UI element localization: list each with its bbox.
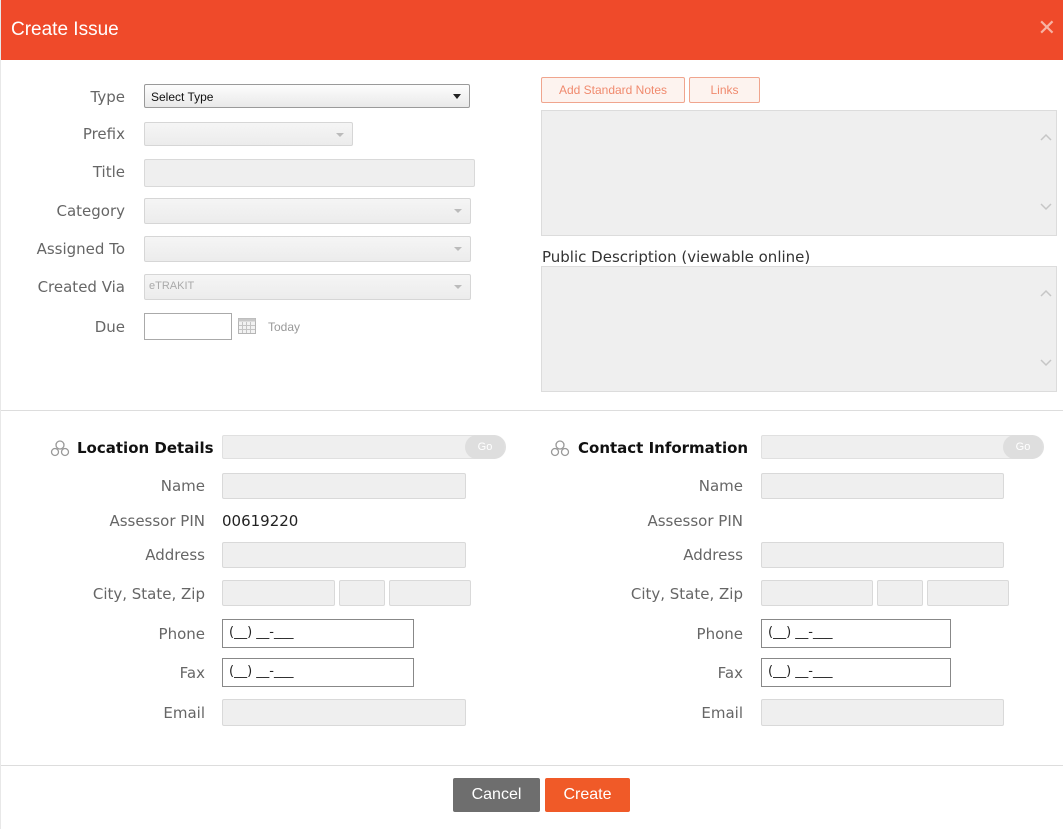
location-zip-input[interactable]: [389, 580, 471, 606]
scroll-down-icon[interactable]: [1040, 359, 1052, 369]
location-city-input[interactable]: [222, 580, 335, 606]
location-email-label: Email: [163, 704, 205, 722]
dialog-title: Create Issue: [11, 19, 119, 40]
contact-search-icon: [550, 438, 570, 458]
links-button[interactable]: Links: [689, 77, 760, 103]
contact-assessor-pin-label: Assessor PIN: [647, 512, 743, 530]
contact-email-label: Email: [701, 704, 743, 722]
location-name-input[interactable]: [222, 473, 466, 499]
contact-fax-label: Fax: [717, 664, 743, 682]
contact-information-heading: Contact Information: [578, 439, 749, 457]
contact-name-input[interactable]: [761, 473, 1004, 499]
due-date-input[interactable]: [144, 313, 232, 340]
contact-search-input[interactable]: Go: [761, 435, 1044, 459]
type-select-value: Select Type: [151, 90, 214, 104]
chevron-down-icon: [453, 94, 461, 99]
location-search-input[interactable]: Go: [222, 435, 506, 459]
today-link[interactable]: Today: [268, 320, 300, 334]
location-state-input[interactable]: [339, 580, 385, 606]
category-select[interactable]: [144, 198, 471, 224]
assigned-to-select[interactable]: [144, 236, 471, 262]
scroll-up-icon[interactable]: [1040, 133, 1052, 143]
contact-phone-label: Phone: [696, 625, 743, 643]
location-address-label: Address: [145, 546, 205, 564]
contact-go-button[interactable]: Go: [1003, 435, 1043, 459]
location-name-label: Name: [160, 477, 205, 495]
dialog-header: Create Issue ✕: [1, 0, 1063, 60]
contact-address-input[interactable]: [761, 542, 1004, 568]
chevron-down-icon: [336, 133, 344, 137]
public-description-label: Public Description (viewable online): [542, 248, 811, 266]
chevron-down-icon: [454, 209, 462, 213]
type-label: Type: [90, 88, 125, 106]
footer-divider: [1, 765, 1063, 766]
contact-fax-input[interactable]: (__) __-___: [761, 658, 951, 687]
create-button[interactable]: Create: [545, 778, 630, 812]
location-phone-input[interactable]: (__) __-___: [222, 619, 414, 648]
location-assessor-pin-label: Assessor PIN: [109, 512, 205, 530]
prefix-label: Prefix: [82, 125, 125, 143]
chevron-down-icon: [454, 285, 462, 289]
category-label: Category: [56, 202, 125, 220]
type-select[interactable]: Select Type: [144, 84, 470, 108]
location-search-icon: [50, 438, 70, 458]
contact-city-input[interactable]: [761, 580, 873, 606]
cancel-button[interactable]: Cancel: [453, 778, 540, 812]
location-address-input[interactable]: [222, 542, 466, 568]
created-via-select[interactable]: eTRAKIT: [144, 274, 471, 300]
created-via-value: eTRAKIT: [149, 280, 195, 292]
location-assessor-pin-value: 00619220: [222, 512, 299, 530]
title-label: Title: [92, 163, 125, 181]
contact-email-input[interactable]: [761, 699, 1004, 726]
created-via-label: Created Via: [37, 278, 125, 296]
chevron-down-icon: [454, 247, 462, 251]
section-divider: [1, 410, 1063, 411]
contact-city-state-zip-label: City, State, Zip: [630, 585, 743, 603]
contact-phone-value: (__) __-___: [768, 625, 833, 640]
location-details-heading: Location Details: [77, 439, 214, 457]
contact-address-label: Address: [683, 546, 743, 564]
due-label: Due: [94, 318, 125, 336]
prefix-select[interactable]: [144, 122, 353, 146]
location-email-input[interactable]: [222, 699, 466, 726]
contact-name-label: Name: [698, 477, 743, 495]
scroll-up-icon[interactable]: [1040, 289, 1052, 299]
contact-phone-input[interactable]: (__) __-___: [761, 619, 951, 648]
location-fax-label: Fax: [179, 664, 205, 682]
location-fax-input[interactable]: (__) __-___: [222, 658, 414, 687]
location-city-state-zip-label: City, State, Zip: [92, 585, 205, 603]
contact-zip-input[interactable]: [927, 580, 1009, 606]
scroll-down-icon[interactable]: [1040, 203, 1052, 213]
create-issue-dialog: Create Issue ✕ Type Select Type Prefix T…: [0, 0, 1063, 829]
public-description-textarea[interactable]: [541, 266, 1057, 392]
add-standard-notes-button[interactable]: Add Standard Notes: [541, 77, 685, 103]
close-icon[interactable]: ✕: [1038, 17, 1056, 39]
notes-textarea[interactable]: [541, 110, 1057, 236]
contact-state-input[interactable]: [877, 580, 923, 606]
location-go-button[interactable]: Go: [465, 435, 505, 459]
calendar-icon[interactable]: [238, 318, 256, 334]
assigned-to-label: Assigned To: [36, 240, 125, 258]
location-phone-label: Phone: [158, 625, 205, 643]
contact-fax-value: (__) __-___: [768, 664, 833, 679]
title-input[interactable]: [144, 159, 475, 187]
location-phone-value: (__) __-___: [229, 625, 294, 640]
location-fax-value: (__) __-___: [229, 664, 294, 679]
